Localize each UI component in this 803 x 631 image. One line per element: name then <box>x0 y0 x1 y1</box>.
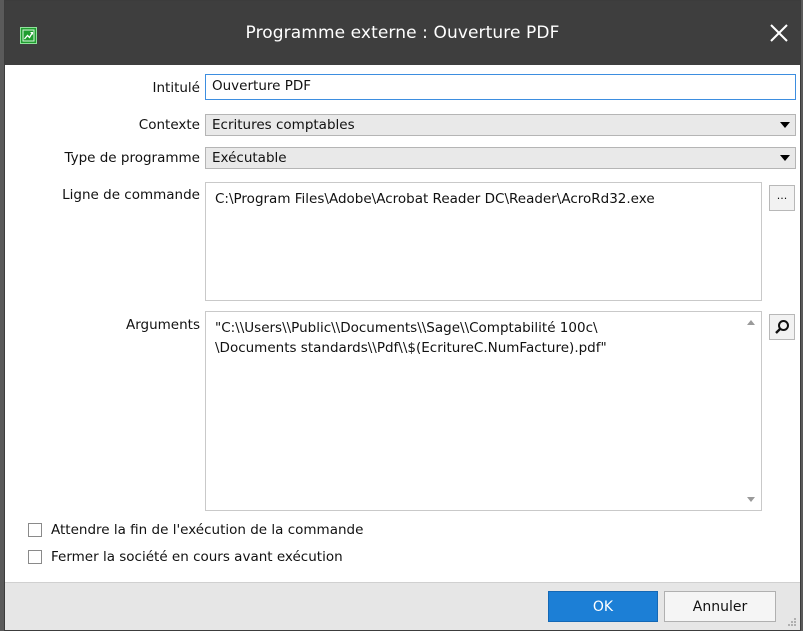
cancel-button[interactable]: Annuler <box>664 591 776 622</box>
option-fermer[interactable]: Fermer la société en cours avant exécuti… <box>28 549 343 565</box>
attendre-label: Attendre la fin de l'exécution de la com… <box>51 522 364 538</box>
arguments-field[interactable]: "C:\\Users\\Public\\Documents\\Sage\\Com… <box>205 311 762 511</box>
fermer-label: Fermer la société en cours avant exécuti… <box>51 549 343 565</box>
ligne-commande-label: Ligne de commande <box>62 187 200 203</box>
intitule-input[interactable]: Ouverture PDF <box>205 74 796 100</box>
close-button[interactable] <box>762 18 796 48</box>
scroll-down-icon[interactable] <box>747 497 755 502</box>
browse-button[interactable]: ... <box>769 185 795 211</box>
ok-button[interactable]: OK <box>548 591 658 622</box>
type-programme-label: Type de programme <box>64 150 200 166</box>
arguments-label: Arguments <box>125 317 200 333</box>
search-button[interactable] <box>769 314 795 340</box>
chevron-down-icon <box>780 155 790 161</box>
arguments-line-1: "C:\\Users\\Public\\Documents\\Sage\\Com… <box>215 320 598 336</box>
ligne-commande-field[interactable]: C:\Program Files\Adobe\Acrobat Reader DC… <box>205 182 762 301</box>
contexte-select[interactable]: Ecritures comptables <box>205 114 796 136</box>
intitule-label: Intitulé <box>152 80 201 96</box>
title-bar[interactable]: Programme externe : Ouverture PDF <box>5 1 800 65</box>
magnifier-icon <box>775 320 789 334</box>
window-title: Programme externe : Ouverture PDF <box>245 23 560 43</box>
fermer-checkbox[interactable] <box>28 550 42 564</box>
contexte-label: Contexte <box>138 117 200 133</box>
type-programme-value: Exécutable <box>212 150 287 166</box>
arguments-line-2: \Documents standards\\Pdf\\$(EcritureC.N… <box>215 340 607 356</box>
type-programme-select[interactable]: Exécutable <box>205 147 796 169</box>
contexte-value: Ecritures comptables <box>212 117 355 133</box>
dialog-window: Programme externe : Ouverture PDF Intitu… <box>4 0 801 631</box>
resize-grip-icon[interactable] <box>787 617 797 627</box>
ellipsis-icon: ... <box>776 189 788 202</box>
dialog-footer: OK Annuler <box>5 582 800 630</box>
arguments-scrollbar[interactable] <box>742 313 760 509</box>
ligne-commande-value: C:\Program Files\Adobe\Acrobat Reader DC… <box>215 191 655 207</box>
chevron-down-icon <box>780 122 790 128</box>
close-icon <box>770 24 788 42</box>
option-attendre[interactable]: Attendre la fin de l'exécution de la com… <box>28 522 363 538</box>
attendre-checkbox[interactable] <box>28 523 42 537</box>
scroll-up-icon[interactable] <box>747 320 755 325</box>
